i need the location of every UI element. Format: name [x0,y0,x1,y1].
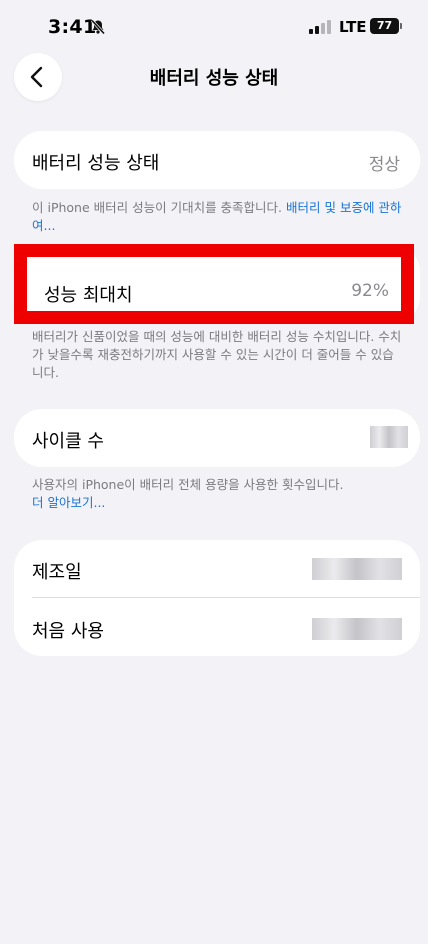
battery-icon: 77 [370,18,399,34]
max-capacity-highlight: 성능 최대치 92% [14,244,414,324]
cycle-count-footnote: 사용자의 iPhone이 배터리 전체 용량을 사용한 횟수입니다. 더 알아보… [32,476,402,512]
first-use-label: 처음 사용 [32,621,104,642]
battery-health-card[interactable]: 배터리 성능 상태 정상 [14,131,420,189]
max-capacity-footnote: 배터리가 신품이었을 때의 성능에 대비한 배터리 성능 수치입니다. 수치가 … [32,329,402,380]
status-bar: 3:41 LTE 77 [0,0,428,54]
learn-more-link[interactable]: 더 알아보기... [32,495,105,510]
cycle-count-redacted [370,426,408,448]
battery-health-value: 정상 [368,155,400,175]
cycle-count-label: 사이클 수 [32,431,104,452]
cycle-count-card: 사이클 수 [14,409,420,467]
max-capacity-value: 92% [351,281,389,301]
battery-health-label: 배터리 성능 상태 [32,153,160,174]
manufacture-date-label: 제조일 [32,562,82,583]
bell-slash-icon [90,19,106,35]
page-title: 배터리 성능 상태 [149,68,279,89]
battery-level: 77 [376,19,393,32]
cycle-count-note: 사용자의 iPhone이 배터리 전체 용량을 사용한 횟수입니다. [32,477,344,492]
first-use-date-redacted [312,618,402,640]
dates-card: 제조일 처음 사용 [14,540,420,656]
battery-cap [400,23,402,29]
row-separator [32,597,420,598]
max-capacity-label: 성능 최대치 [44,285,133,306]
battery-health-note: 이 iPhone 배터리 성능이 기대치를 충족합니다. [32,200,287,215]
network-type: LTE [339,18,367,36]
manufacture-date-redacted [312,558,402,580]
battery-health-footnote: 이 iPhone 배터리 성능이 기대치를 충족합니다. 배터리 및 보증에 관… [32,199,402,235]
cellular-signal-icon [309,19,333,34]
